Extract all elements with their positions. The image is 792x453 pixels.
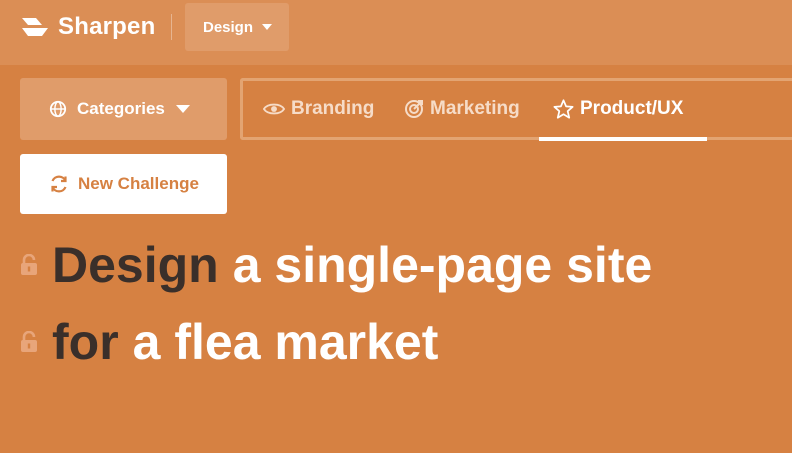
active-tab-indicator xyxy=(539,137,707,141)
categories-dropdown[interactable]: Categories xyxy=(20,78,227,140)
design-dropdown[interactable]: Design xyxy=(185,3,289,51)
category-tabs: Branding Marketing Product/UX xyxy=(240,78,792,141)
new-challenge-button[interactable]: New Challenge xyxy=(20,154,227,214)
unlock-toggle-2[interactable] xyxy=(20,331,40,353)
challenge-text-1: a single-page site xyxy=(232,237,653,293)
refresh-icon xyxy=(51,175,67,193)
top-bar: Sharpen Design xyxy=(0,0,792,65)
star-icon xyxy=(553,99,574,119)
challenge-keyword-1[interactable]: Design xyxy=(52,236,219,294)
caret-down-icon xyxy=(262,24,273,30)
target-icon xyxy=(405,100,423,118)
tab-branding[interactable]: Branding xyxy=(263,81,374,137)
tab-marketing[interactable]: Marketing xyxy=(404,81,520,137)
tab-product-ux[interactable]: Product/UX xyxy=(553,81,683,137)
caret-down-icon xyxy=(175,105,190,113)
design-dropdown-label: Design xyxy=(203,18,254,36)
categories-label: Categories xyxy=(77,99,165,118)
logo[interactable]: Sharpen xyxy=(20,12,155,42)
unlock-icon xyxy=(21,331,37,352)
header-divider xyxy=(171,14,172,40)
new-challenge-label: New Challenge xyxy=(78,174,199,193)
app-name: Sharpen xyxy=(58,13,156,40)
globe-icon xyxy=(49,100,67,118)
challenge-line-1: Design a single-page site xyxy=(20,231,652,299)
sharpen-logo-icon xyxy=(22,18,48,36)
tab-marketing-label: Marketing xyxy=(430,98,520,119)
unlock-icon xyxy=(21,254,37,275)
eye-icon xyxy=(263,103,285,115)
challenge-keyword-2[interactable]: for xyxy=(52,313,119,371)
challenge-line-2: for a flea market xyxy=(20,308,438,376)
challenge-text-2: a flea market xyxy=(132,314,439,370)
unlock-toggle-1[interactable] xyxy=(20,254,40,276)
tab-branding-label: Branding xyxy=(291,98,375,119)
tab-product-ux-label: Product/UX xyxy=(580,98,684,119)
